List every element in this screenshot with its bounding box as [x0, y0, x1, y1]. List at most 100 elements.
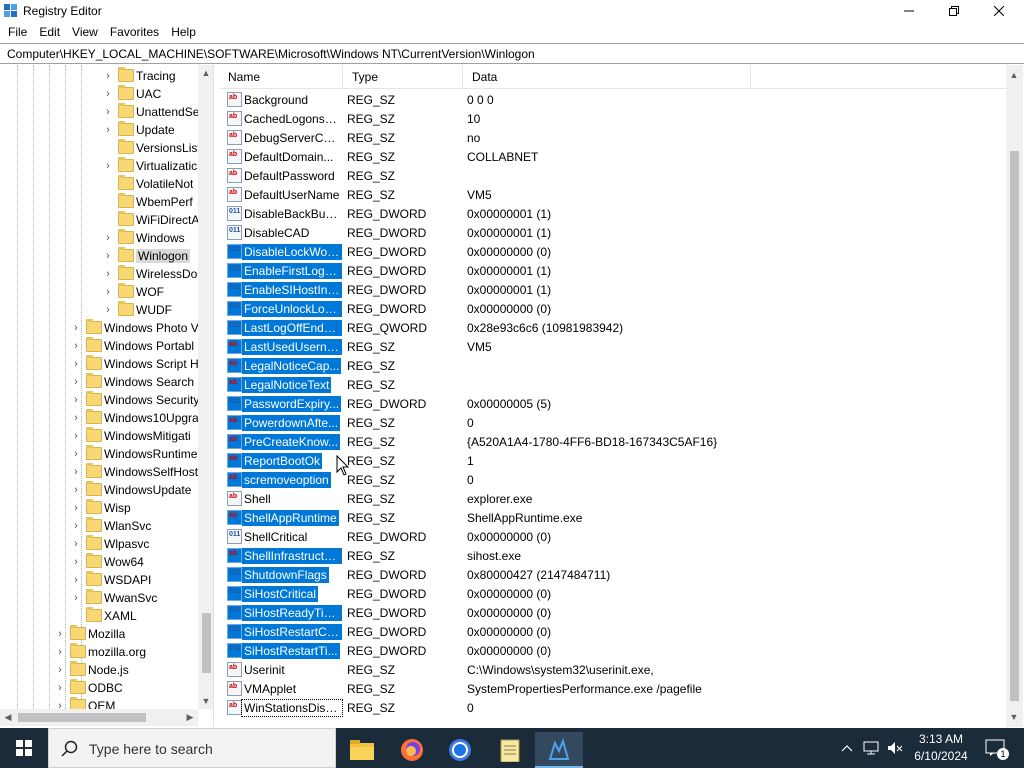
- chevron-right-icon[interactable]: ›: [71, 571, 81, 589]
- menu-help[interactable]: Help: [165, 22, 202, 43]
- tree-item-wifidirecta[interactable]: WiFiDirectA: [0, 211, 198, 229]
- value-row[interactable]: ab ShellInfrastructure REG_SZ sihost.exe: [219, 546, 1006, 565]
- value-row[interactable]: ab Background REG_SZ 0 0 0: [219, 90, 1006, 109]
- maximize-button[interactable]: [931, 0, 977, 22]
- chevron-right-icon[interactable]: ›: [55, 661, 65, 679]
- chevron-right-icon[interactable]: ›: [71, 481, 81, 499]
- chevron-right-icon[interactable]: ›: [71, 373, 81, 391]
- tree-item-oem[interactable]: › OEM: [0, 697, 198, 709]
- chevron-right-icon[interactable]: ›: [71, 337, 81, 355]
- scroll-up-icon[interactable]: ▲: [198, 65, 213, 81]
- chevron-right-icon[interactable]: ›: [71, 355, 81, 373]
- tree-hscroll-thumb[interactable]: [18, 713, 146, 722]
- chevron-right-icon[interactable]: ›: [71, 463, 81, 481]
- chevron-right-icon[interactable]: ›: [71, 589, 81, 607]
- tree-item-wirelessdo[interactable]: › WirelessDo: [0, 265, 198, 283]
- tree-item-tracing[interactable]: › Tracing: [0, 67, 198, 85]
- value-row[interactable]: 011 110SiHostCritical REG_DWORD 0x00000000…: [219, 584, 1006, 603]
- chevron-right-icon[interactable]: ›: [71, 427, 81, 445]
- chevron-right-icon[interactable]: ›: [103, 229, 113, 247]
- tree-item-unattendse[interactable]: › UnattendSe: [0, 103, 198, 121]
- value-row[interactable]: 011 110SiHostReadyTim... REG_DWORD 0x00000…: [219, 603, 1006, 622]
- tree-item-volatilenot[interactable]: VolatileNot: [0, 175, 198, 193]
- chevron-right-icon[interactable]: ›: [103, 103, 113, 121]
- tree-item-winlogon[interactable]: › Winlogon: [0, 247, 198, 265]
- tree-item-windowsmitigati[interactable]: › WindowsMitigati: [0, 427, 198, 445]
- chevron-right-icon[interactable]: ›: [103, 67, 113, 85]
- scroll-left-icon[interactable]: ◀: [0, 709, 16, 725]
- chevron-right-icon[interactable]: ›: [55, 679, 65, 697]
- value-row[interactable]: ab ShellAppRuntime REG_SZ ShellAppRuntime.e…: [219, 508, 1006, 527]
- chevron-right-icon[interactable]: ›: [103, 283, 113, 301]
- tree-item-windows[interactable]: › Windows: [0, 229, 198, 247]
- value-row[interactable]: 011 110SiHostRestartCo... REG_DWORD 0x0000…: [219, 622, 1006, 641]
- chevron-right-icon[interactable]: ›: [103, 157, 113, 175]
- chevron-right-icon[interactable]: ›: [103, 301, 113, 319]
- scroll-right-icon[interactable]: ▶: [182, 709, 198, 725]
- chevron-right-icon[interactable]: ›: [103, 85, 113, 103]
- network-button[interactable]: [860, 728, 882, 768]
- tree-item-wlpasvc[interactable]: › Wlpasvc: [0, 535, 198, 553]
- chevron-right-icon[interactable]: ›: [55, 625, 65, 643]
- action-center-button[interactable]: 1: [980, 728, 1010, 768]
- tree-item-wsdapi[interactable]: › WSDAPI: [0, 571, 198, 589]
- taskbar-notepad[interactable]: [486, 732, 534, 768]
- value-row[interactable]: ab DefaultPassword REG_SZ: [219, 166, 1006, 185]
- tree-item-wisp[interactable]: › Wisp: [0, 499, 198, 517]
- value-row[interactable]: 011 110DisableLockWor... REG_DWORD 0x00000…: [219, 242, 1006, 261]
- column-header-type[interactable]: Type: [343, 65, 463, 89]
- tree-item-windows-portabl[interactable]: › Windows Portabl: [0, 337, 198, 355]
- taskbar-file-explorer[interactable]: [338, 732, 386, 768]
- address-bar[interactable]: Computer\HKEY_LOCAL_MACHINE\SOFTWARE\Mic…: [0, 43, 1024, 64]
- scroll-down-icon[interactable]: ▼: [198, 693, 213, 709]
- value-row[interactable]: 011 110PasswordExpiry... REG_DWORD 0x00000…: [219, 394, 1006, 413]
- tree-item-windows-script-h[interactable]: › Windows Script H: [0, 355, 198, 373]
- tree-item-odbc[interactable]: › ODBC: [0, 679, 198, 697]
- tree-item-windows-search[interactable]: › Windows Search: [0, 373, 198, 391]
- column-header-name[interactable]: Name: [219, 65, 343, 89]
- taskbar-registry-editor[interactable]: [535, 732, 583, 768]
- tree-horizontal-scrollbar[interactable]: ◀ ▶: [0, 709, 198, 726]
- value-row[interactable]: 011 110DisableBackButt... REG_DWORD 0x0000…: [219, 204, 1006, 223]
- menu-favorites[interactable]: Favorites: [104, 22, 165, 43]
- scroll-up-icon[interactable]: ▲: [1006, 67, 1022, 83]
- value-row[interactable]: 011 110DisableCAD REG_DWORD 0x00000001 (1): [219, 223, 1006, 242]
- show-hidden-icons-button[interactable]: [838, 728, 856, 768]
- taskbar-clock[interactable]: 3:13 AM 6/10/2024: [906, 731, 976, 765]
- value-row[interactable]: 011 110ForceUnlockLog... REG_DWORD 0x00000…: [219, 299, 1006, 318]
- menu-view[interactable]: View: [66, 22, 104, 43]
- tree-item-wbemperf[interactable]: WbemPerf: [0, 193, 198, 211]
- tree-item-update[interactable]: › Update: [0, 121, 198, 139]
- menu-edit[interactable]: Edit: [33, 22, 66, 43]
- close-button[interactable]: [976, 0, 1022, 22]
- value-row[interactable]: ab LegalNoticeText REG_SZ: [219, 375, 1006, 394]
- chevron-right-icon[interactable]: ›: [71, 319, 81, 337]
- value-row[interactable]: ab VMApplet REG_SZ SystemPropertiesPerforma…: [219, 679, 1006, 698]
- value-row[interactable]: 011 110ShutdownFlags REG_DWORD 0x80000427 …: [219, 565, 1006, 584]
- tree-item-versionslist[interactable]: VersionsList: [0, 139, 198, 157]
- value-row[interactable]: ab PowerdownAfte... REG_SZ 0: [219, 413, 1006, 432]
- tree-item-windows-security[interactable]: › Windows Security: [0, 391, 198, 409]
- chevron-right-icon[interactable]: ›: [71, 391, 81, 409]
- value-row[interactable]: 011 110EnableFirstLogo... REG_DWORD 0x0000…: [219, 261, 1006, 280]
- volume-button[interactable]: [884, 728, 906, 768]
- tree-scroll-thumb[interactable]: [202, 613, 211, 673]
- tree-item-windows10upgra[interactable]: › Windows10Upgra: [0, 409, 198, 427]
- value-row[interactable]: ab DefaultDomain... REG_SZ COLLABNET: [219, 147, 1006, 166]
- taskbar-firefox[interactable]: [388, 732, 436, 768]
- value-row[interactable]: ab CachedLogonsC... REG_SZ 10: [219, 109, 1006, 128]
- column-header-data[interactable]: Data: [463, 65, 751, 89]
- chevron-right-icon[interactable]: ›: [55, 697, 65, 709]
- tree-item-node-js[interactable]: › Node.js: [0, 661, 198, 679]
- chevron-right-icon[interactable]: ›: [103, 247, 113, 265]
- tree-item-wlansvc[interactable]: › WlanSvc: [0, 517, 198, 535]
- chevron-right-icon[interactable]: ›: [103, 265, 113, 283]
- value-row[interactable]: ab Userinit REG_SZ C:\Windows\system32\user…: [219, 660, 1006, 679]
- tree-item-windows-photo-v[interactable]: › Windows Photo V: [0, 319, 198, 337]
- tree-item-mozilla[interactable]: › Mozilla: [0, 625, 198, 643]
- taskbar-chrome[interactable]: [436, 732, 484, 768]
- tree-item-wwansvc[interactable]: › WwanSvc: [0, 589, 198, 607]
- tree-item-mozilla-org[interactable]: › mozilla.org: [0, 643, 198, 661]
- tree-item-windowsupdate[interactable]: › WindowsUpdate: [0, 481, 198, 499]
- value-row[interactable]: ab DebugServerCo... REG_SZ no: [219, 128, 1006, 147]
